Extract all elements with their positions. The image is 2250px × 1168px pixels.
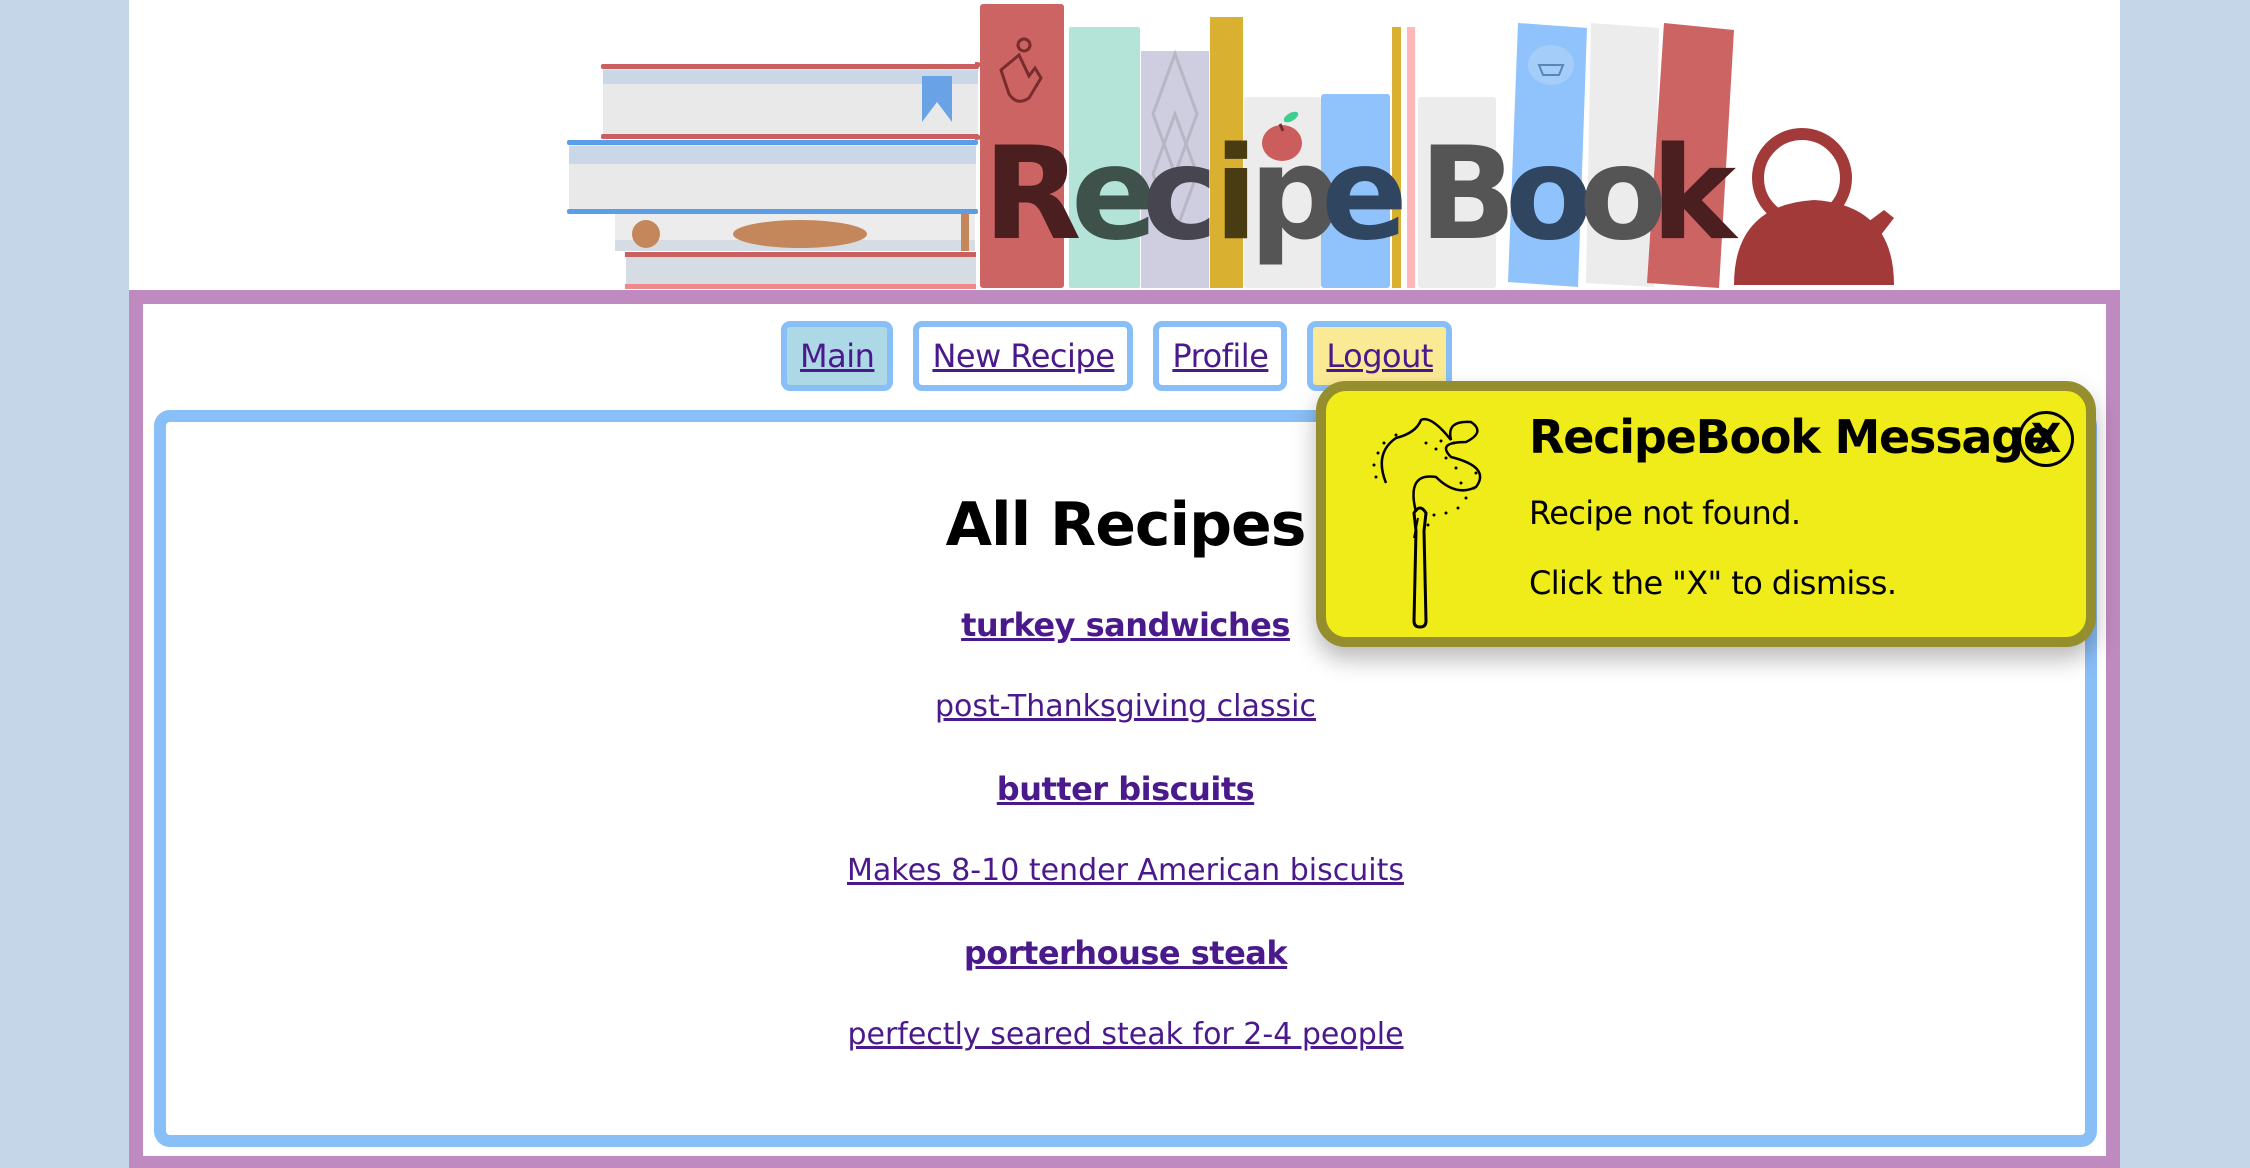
recipe-title-link[interactable]: porterhouse steak (964, 934, 1288, 972)
header-banner: R e c i p e B o o k (129, 0, 2120, 290)
recipe-title-link[interactable]: butter biscuits (997, 770, 1255, 808)
recipebook-logo: R e c i p e B o o k (567, 4, 1894, 289)
nav-profile[interactable]: Profile (1153, 321, 1288, 391)
nav-new-recipe-link[interactable]: New Recipe (932, 337, 1114, 375)
recipe-description-link[interactable]: Makes 8-10 tender American biscuits (847, 853, 1404, 888)
message-text: Recipe not found. (1529, 494, 1801, 532)
message-hint: Click the "X" to dismiss. (1529, 564, 1897, 602)
kettle-icon (1734, 128, 1894, 285)
nav-main[interactable]: Main (781, 321, 894, 391)
nav-profile-link[interactable]: Profile (1172, 337, 1269, 375)
nav-main-link[interactable]: Main (800, 337, 875, 375)
recipe-description-link[interactable]: perfectly seared steak for 2-4 people (847, 1017, 1403, 1052)
close-message-button[interactable]: X (2018, 411, 2074, 467)
nav-new-recipe[interactable]: New Recipe (913, 321, 1134, 391)
recipe-title-link[interactable]: turkey sandwiches (961, 606, 1290, 644)
logo-letter-c: c (1142, 120, 1218, 269)
message-popup: RecipeBook Message X Recipe not found. C… (1316, 381, 2096, 647)
list-item: butter biscuits Makes 8-10 tender Americ… (166, 764, 2085, 928)
stacked-books-illustration (567, 62, 987, 289)
logo-letter-r: R (983, 120, 1082, 269)
message-title: RecipeBook Message (1529, 410, 2054, 464)
logo-text: R e c i p e B o o k (983, 120, 1739, 269)
list-item: porterhouse steak perfectly seared steak… (166, 928, 2085, 1092)
recipe-list: turkey sandwiches post-Thanksgiving clas… (166, 600, 2085, 1092)
recipe-description-link[interactable]: post-Thanksgiving classic (935, 689, 1316, 724)
logo-letter-k: k (1651, 120, 1739, 269)
logo-letter-b: B (1419, 120, 1517, 269)
extinguished-match-icon (1372, 417, 1482, 629)
logo-letter-e2: e (1321, 120, 1408, 269)
soup-bowl-icon (1528, 45, 1574, 85)
nav-logout-link[interactable]: Logout (1326, 337, 1433, 375)
